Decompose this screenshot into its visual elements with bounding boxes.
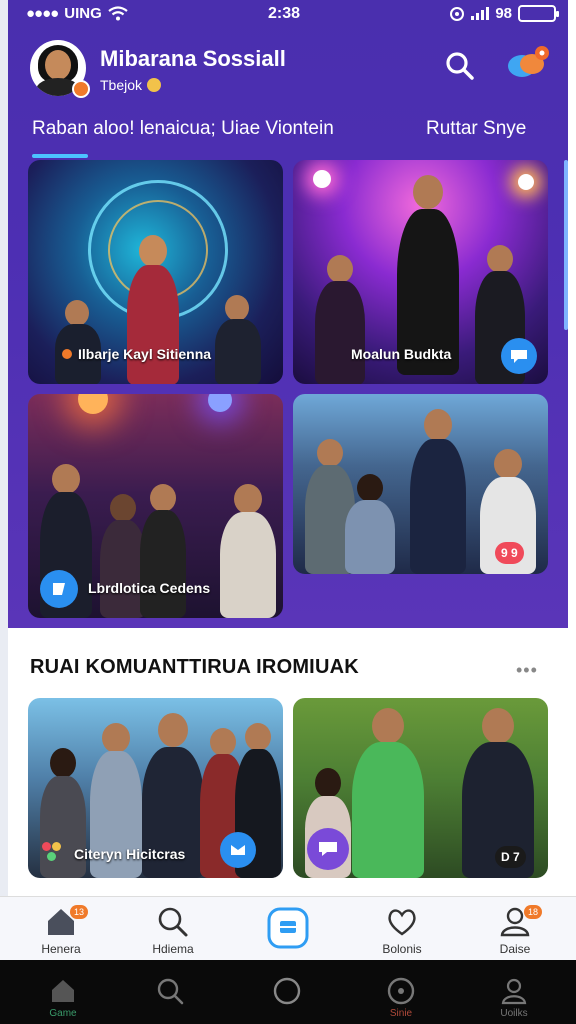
sys-home-button[interactable] bbox=[247, 960, 327, 1024]
search-icon bbox=[158, 907, 188, 937]
notification-badge: 18 bbox=[524, 905, 542, 919]
sys-profile[interactable]: Uoilks bbox=[474, 960, 554, 1024]
card-action-button[interactable] bbox=[40, 570, 78, 608]
heart-icon bbox=[388, 909, 416, 936]
sys-search[interactable] bbox=[130, 960, 210, 1024]
card-label: Moalun Budkta bbox=[351, 346, 452, 362]
active-tab-indicator bbox=[32, 154, 88, 158]
nav-search[interactable]: Hdiema bbox=[128, 897, 218, 961]
nav-label: Henera bbox=[41, 942, 81, 956]
card-label: Citeryn Hicitcras bbox=[74, 846, 186, 862]
reaction-badge: 9 9 bbox=[495, 542, 524, 564]
broadcast-icon bbox=[231, 845, 245, 855]
group-image bbox=[348, 708, 428, 878]
app-subtitle: Tbejok bbox=[100, 77, 162, 93]
create-icon bbox=[267, 907, 309, 949]
signal-dots-icon: ●●●● bbox=[26, 5, 59, 22]
subtitle-text: Tbejok bbox=[100, 77, 143, 93]
more-options-button[interactable]: ••• bbox=[516, 660, 538, 681]
home-icon bbox=[52, 980, 74, 1002]
nav-profile[interactable]: 18 Daise bbox=[470, 897, 560, 961]
sys-home[interactable]: Game bbox=[23, 960, 103, 1024]
nav-label: Hdiema bbox=[152, 942, 194, 956]
card-action-button[interactable] bbox=[220, 832, 256, 868]
featured-card-4[interactable]: 9 9 bbox=[293, 394, 548, 574]
location-icon bbox=[450, 6, 465, 21]
presenter-image bbox=[408, 409, 468, 574]
section-title: RUAI KOMUANTTIRUA IROMIUAK bbox=[30, 656, 359, 678]
battery-percent: 98 bbox=[495, 5, 512, 22]
chat-bubble-icon bbox=[319, 842, 337, 856]
community-card-1[interactable]: Citeryn Hicitcras bbox=[28, 698, 283, 878]
wifi-icon bbox=[108, 6, 128, 21]
sys-label: Game bbox=[49, 1008, 77, 1019]
sys-label: Sinie bbox=[389, 1008, 413, 1019]
emoji-icon bbox=[147, 78, 162, 92]
chat-bubble-icon bbox=[511, 350, 527, 363]
card-label: Lbrdlotica Cedens bbox=[88, 580, 211, 596]
compass-icon bbox=[387, 977, 415, 1005]
battery-icon bbox=[518, 5, 559, 22]
cell-signal-icon bbox=[471, 7, 490, 20]
app-screen: ●●●● UING 2:38 98 Mibarana Sossiall Tbej… bbox=[0, 0, 576, 1024]
featured-card-2[interactable]: Moalun Budkta bbox=[293, 160, 548, 384]
bookmark-icon bbox=[53, 583, 65, 595]
card-action-button[interactable] bbox=[501, 338, 537, 374]
nav-favorites[interactable]: Bolonis bbox=[357, 897, 447, 961]
chat-button[interactable] bbox=[504, 44, 550, 84]
featured-card-1[interactable]: Ilbarje Kayl Sitienna bbox=[28, 160, 283, 384]
app-title: Mibarana Sossiall bbox=[100, 46, 286, 71]
multicolor-dots-icon bbox=[42, 842, 64, 862]
edge-strip bbox=[0, 0, 8, 960]
circle-icon bbox=[273, 977, 301, 1005]
tab-secondary[interactable]: Ruttar Snye bbox=[426, 118, 526, 140]
status-bar: ●●●● UING 2:38 98 bbox=[8, 0, 568, 30]
reaction-badge: D 7 bbox=[495, 846, 526, 868]
search-button[interactable] bbox=[444, 50, 476, 82]
community-card-2[interactable]: D 7 bbox=[293, 698, 548, 878]
clock: 2:38 bbox=[268, 5, 301, 22]
system-navigation-bar: Game Sinie Uoilks bbox=[0, 960, 576, 1024]
avatar-status-badge bbox=[72, 80, 90, 98]
featured-card-3[interactable]: Lbrdlotica Cedens bbox=[28, 394, 283, 618]
nav-home[interactable]: 13 Henera bbox=[16, 897, 106, 961]
sys-explore[interactable]: Sinie bbox=[361, 960, 441, 1024]
sys-label: Uoilks bbox=[500, 1008, 528, 1019]
card-label: Ilbarje Kayl Sitienna bbox=[62, 346, 211, 362]
carrier-label: UING bbox=[64, 5, 102, 22]
notification-badge: 13 bbox=[70, 905, 88, 919]
card-action-button[interactable] bbox=[307, 828, 349, 870]
tab-featured[interactable]: Raban aloo! lenaicua; Uiae Viontein bbox=[32, 118, 334, 140]
profile-icon bbox=[501, 978, 527, 1005]
search-icon bbox=[157, 978, 184, 1005]
nav-label: Bolonis bbox=[382, 942, 422, 956]
nav-create[interactable] bbox=[243, 897, 333, 961]
scroll-indicator[interactable] bbox=[564, 160, 568, 330]
nav-label: Daise bbox=[499, 942, 531, 956]
performer-image bbox=[393, 175, 463, 375]
bottom-navigation: 13 Henera Hdiema Bolonis 18 Daise bbox=[0, 896, 576, 960]
